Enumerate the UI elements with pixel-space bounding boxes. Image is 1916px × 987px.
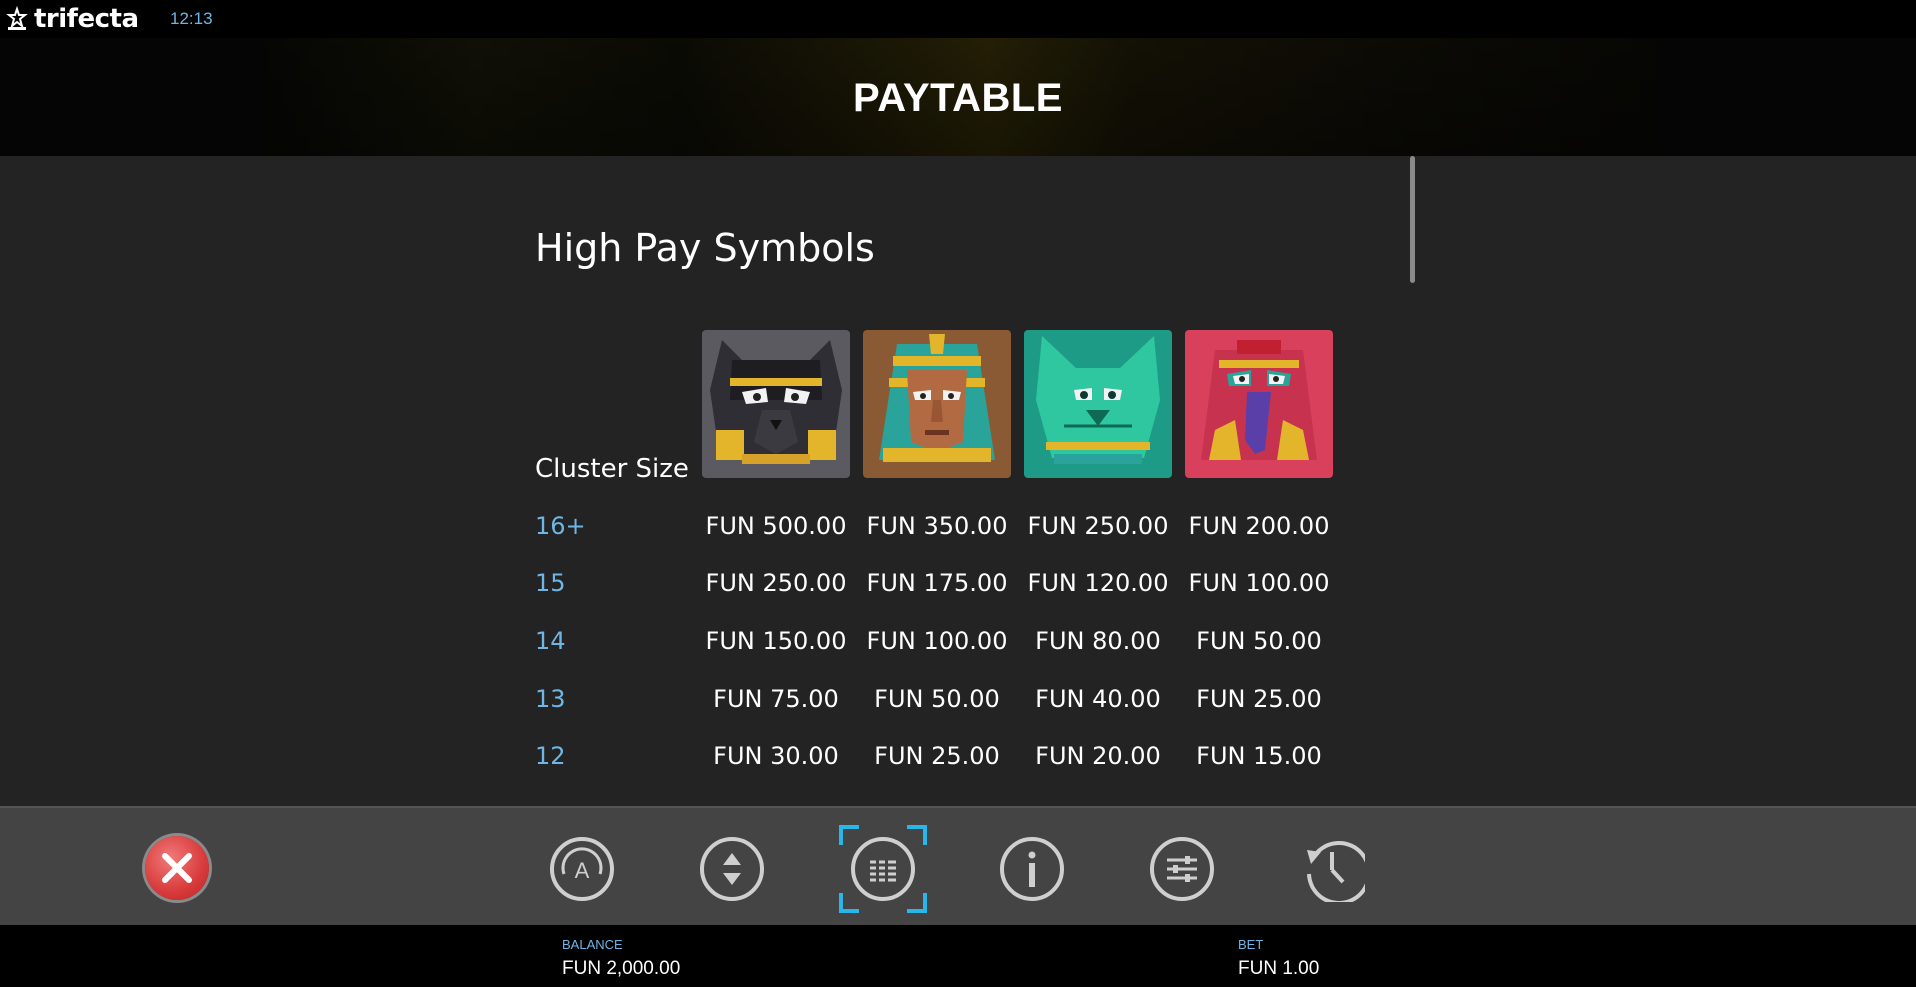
payout-cell: FUN 50.00 (1196, 627, 1322, 655)
cluster-size-16-plus: 16+ (535, 512, 586, 540)
payout-cell: FUN 40.00 (1035, 685, 1161, 713)
payout-cell: FUN 80.00 (1035, 627, 1161, 655)
history-icon (1307, 841, 1365, 902)
payout-cell: FUN 75.00 (713, 685, 839, 713)
paytable-icon (851, 837, 915, 901)
paytable-button[interactable] (850, 836, 916, 902)
trifecta-logo-icon (6, 6, 28, 30)
cluster-size-13: 13 (535, 685, 566, 713)
red-bird-mask-icon (1185, 330, 1333, 478)
payout-cell: FUN 30.00 (713, 742, 839, 770)
black-panther-mask-icon (702, 330, 850, 478)
autoplay-icon: A (550, 837, 614, 901)
history-button[interactable] (1299, 836, 1365, 902)
control-bar: A (0, 806, 1916, 927)
balance-value: FUN 2,000.00 (562, 958, 681, 979)
cluster-size-12: 12 (535, 742, 566, 770)
payout-cell: FUN 100.00 (866, 627, 1008, 655)
paytable-content[interactable]: High Pay Symbols Cluster Size 16+ FUN 50… (0, 156, 1916, 806)
payout-cell: FUN 25.00 (1196, 685, 1322, 713)
cluster-size-14: 14 (535, 627, 566, 655)
settings-icon (1150, 837, 1214, 901)
footer-bar: BALANCE FUN 2,000.00 BET FUN 1.00 (0, 925, 1916, 987)
cluster-size-15: 15 (535, 569, 566, 597)
payout-cell: FUN 250.00 (1027, 512, 1169, 540)
settings-button[interactable] (1149, 836, 1215, 902)
payout-cell: FUN 500.00 (705, 512, 847, 540)
cluster-size-label: Cluster Size (535, 454, 689, 484)
payout-cell: FUN 50.00 (874, 685, 1000, 713)
info-button[interactable] (999, 836, 1065, 902)
bet-adjust-icon (700, 837, 764, 901)
close-button[interactable] (145, 836, 209, 900)
page-title: PAYTABLE (853, 76, 1063, 120)
bet-value: FUN 1.00 (1238, 958, 1320, 979)
svg-text:A: A (575, 858, 590, 883)
brand-name: trifecta (34, 4, 139, 34)
payout-cell: FUN 150.00 (705, 627, 847, 655)
payout-cell: FUN 25.00 (874, 742, 1000, 770)
payout-cell: FUN 250.00 (705, 569, 847, 597)
section-title: High Pay Symbols (535, 226, 875, 270)
green-cat-mask-icon (1024, 330, 1172, 478)
payout-cell: FUN 200.00 (1188, 512, 1330, 540)
payout-cell: FUN 20.00 (1035, 742, 1161, 770)
info-icon (1000, 837, 1064, 901)
balance-label: BALANCE (562, 937, 623, 952)
close-icon (162, 853, 192, 883)
bet-label: BET (1238, 937, 1264, 952)
payout-cell: FUN 100.00 (1188, 569, 1330, 597)
pharaoh-mask-icon (863, 330, 1011, 478)
autoplay-button[interactable]: A (549, 836, 615, 902)
payout-cell: FUN 350.00 (866, 512, 1008, 540)
bet-adjust-button[interactable] (699, 836, 765, 902)
payout-cell: FUN 15.00 (1196, 742, 1322, 770)
header-banner: PAYTABLE (0, 38, 1916, 156)
brand-logo: trifecta (4, 4, 139, 34)
top-bar: trifecta 12:13 (0, 0, 1916, 38)
clock: 12:13 (170, 9, 213, 28)
payout-cell: FUN 175.00 (866, 569, 1008, 597)
payout-cell: FUN 120.00 (1027, 569, 1169, 597)
scrollbar[interactable] (1410, 156, 1415, 283)
